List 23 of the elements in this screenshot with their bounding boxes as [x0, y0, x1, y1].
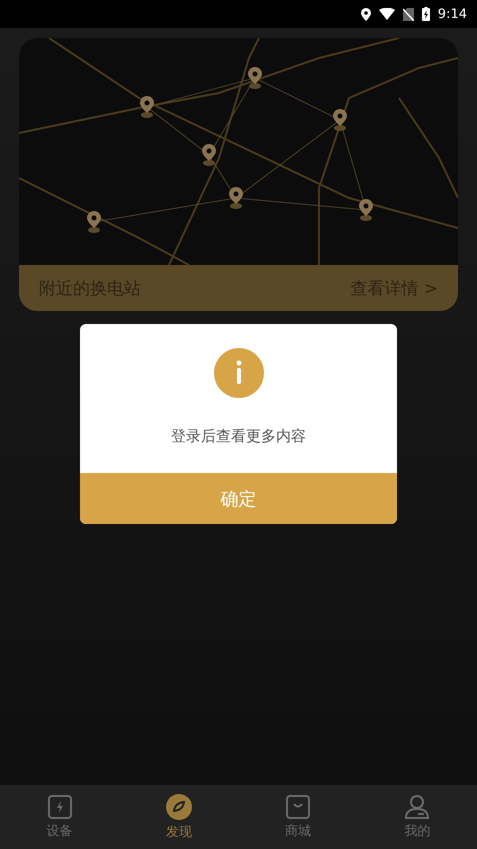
map-pin-icon — [229, 187, 243, 209]
clock-time: 9:14 — [438, 6, 467, 22]
nav-tab[interactable]: 设备 — [0, 785, 120, 849]
profile-icon — [404, 794, 430, 818]
dialog-message: 登录后查看更多内容 — [171, 427, 306, 447]
map-pin-icon — [359, 199, 373, 221]
map-pin-icon — [248, 67, 262, 89]
nav-tab[interactable]: 商城 — [238, 785, 358, 849]
nav-tab[interactable]: 我的 — [358, 785, 477, 849]
no-sim-icon — [402, 8, 414, 20]
map-pin-icon — [333, 109, 347, 131]
location-icon — [360, 8, 371, 20]
map-pin-icon — [87, 211, 101, 233]
lightning-icon — [48, 794, 72, 818]
map-pin-icon — [202, 144, 216, 166]
shopping-bag-icon — [286, 794, 310, 818]
nav-tab[interactable]: 发现 — [119, 785, 238, 849]
confirm-button[interactable]: 确定 — [80, 473, 397, 524]
compass-icon — [166, 794, 192, 820]
map-pin-icon — [140, 96, 154, 118]
wifi-icon — [378, 8, 395, 20]
info-icon — [214, 348, 264, 398]
battery-charging-icon — [422, 7, 430, 21]
